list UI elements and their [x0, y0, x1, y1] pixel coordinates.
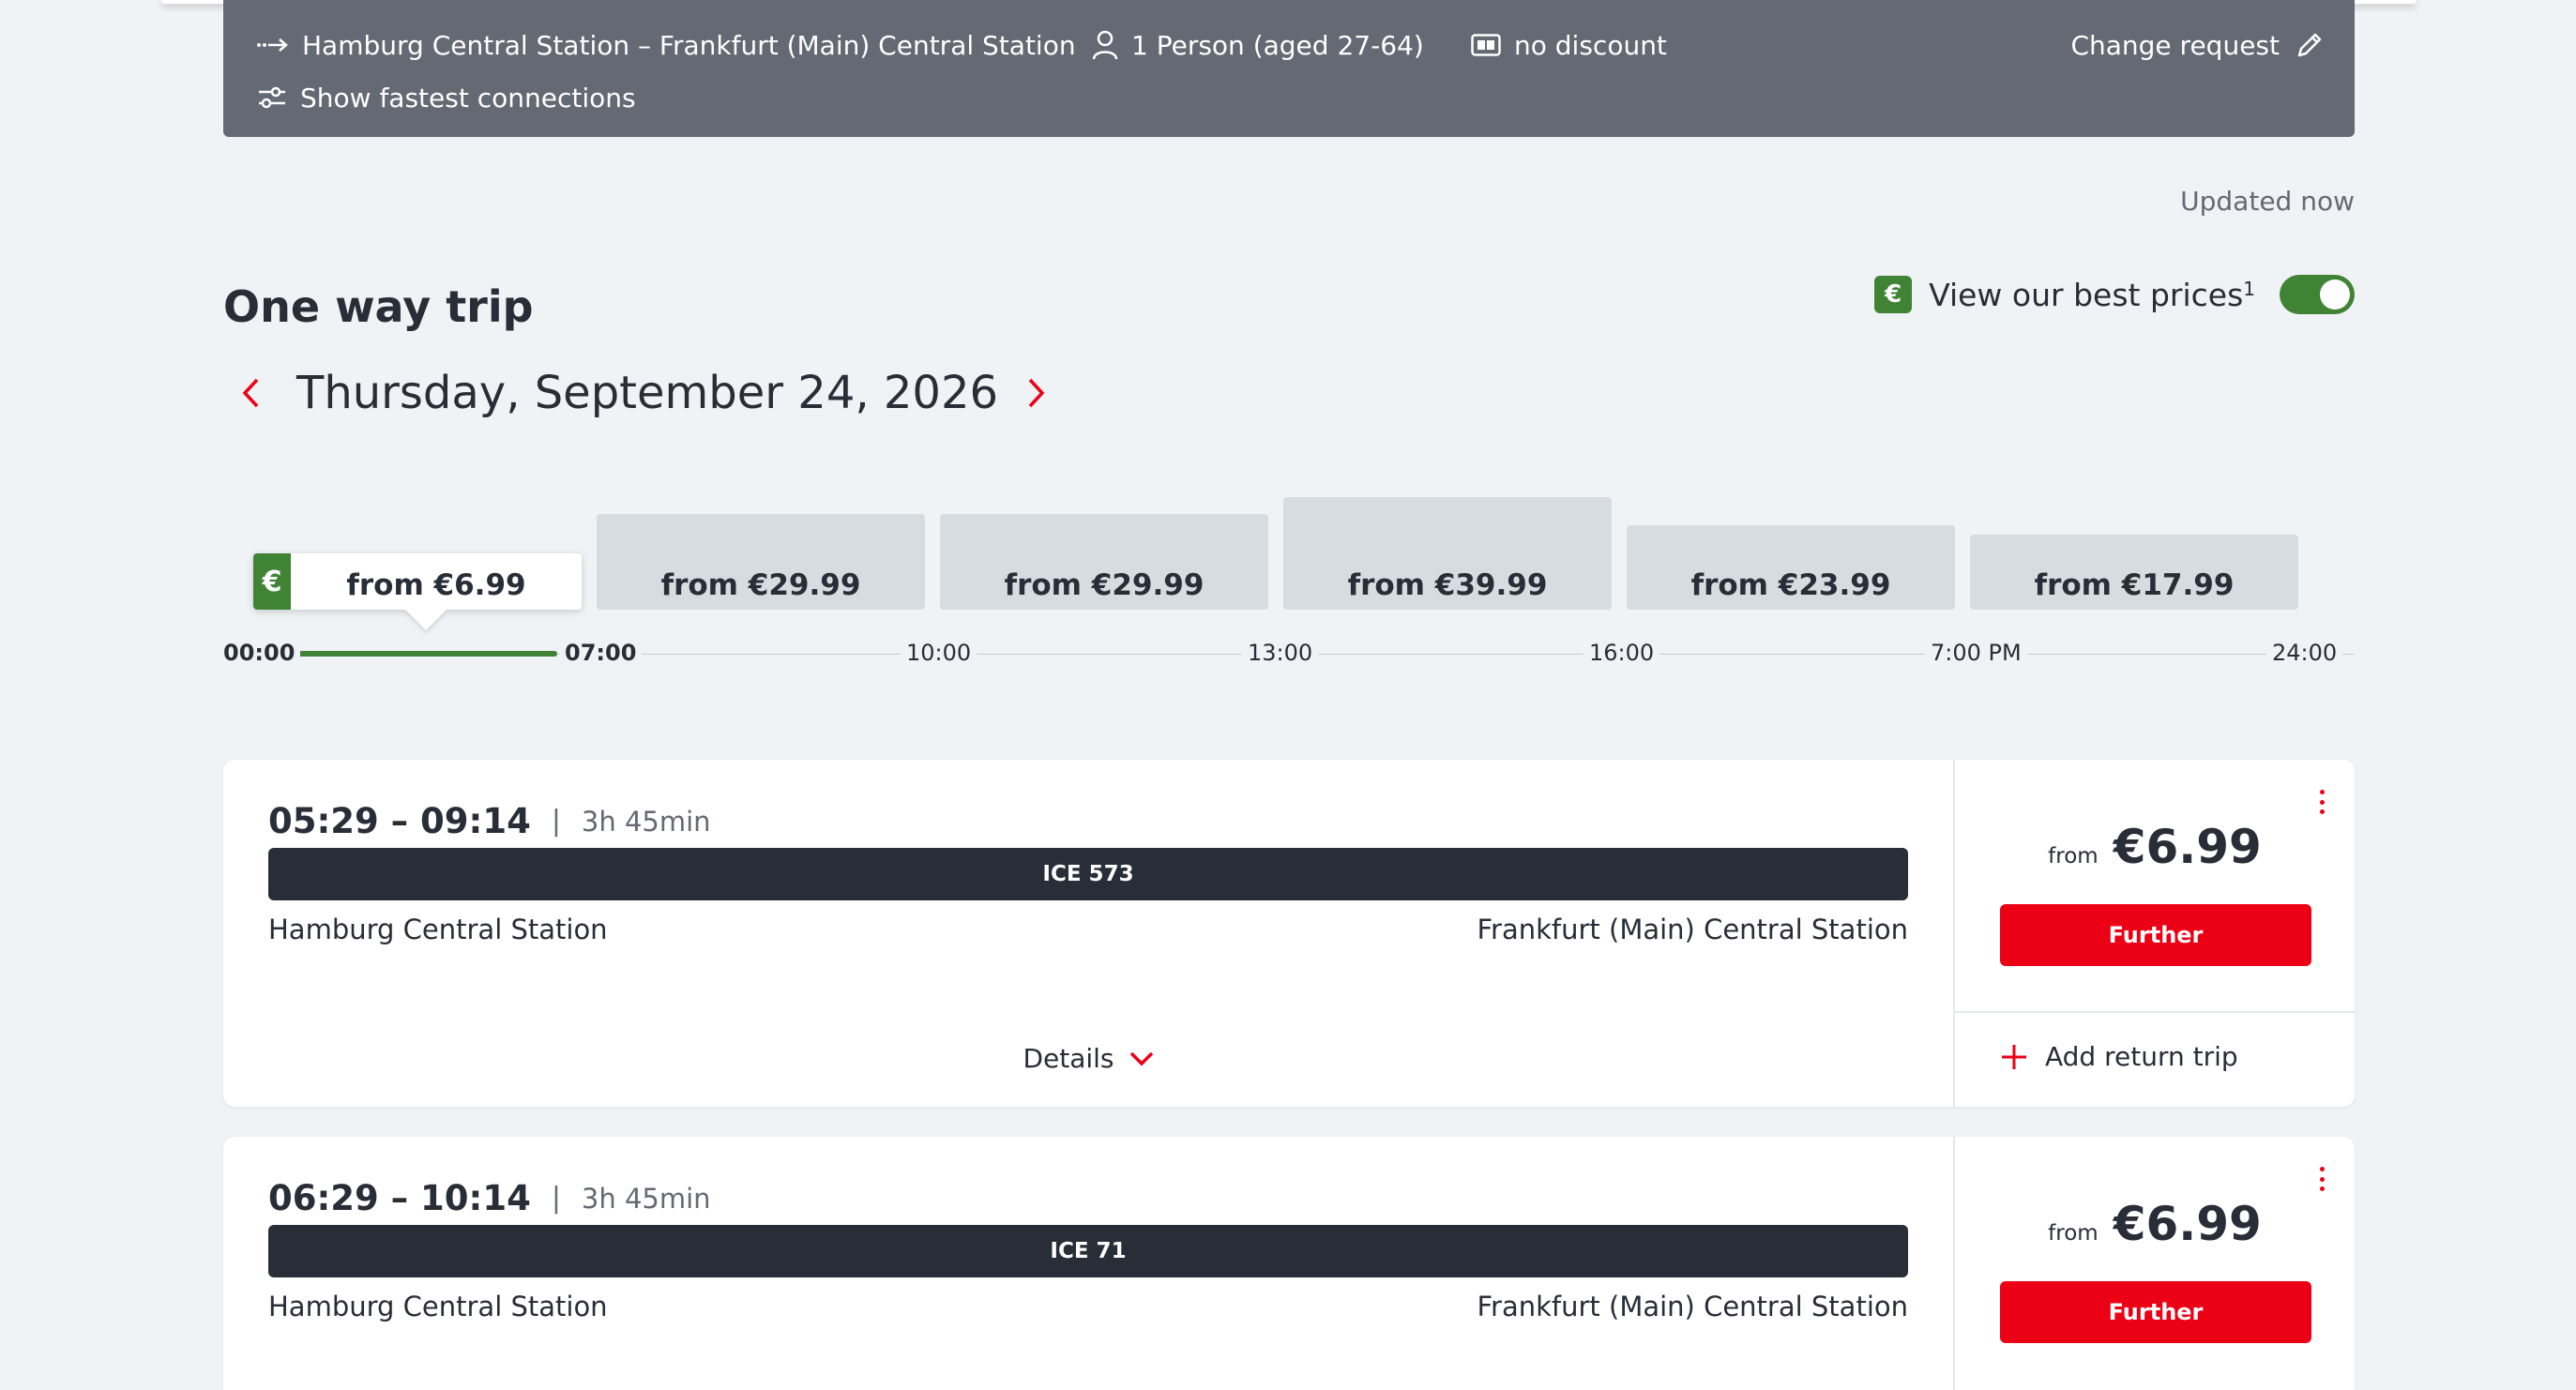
timeline-tick: 16:00	[1583, 640, 1660, 666]
train-bar: ICE 71	[268, 1225, 1908, 1277]
more-options-icon[interactable]	[2317, 1167, 2326, 1191]
chevron-right-icon	[1028, 378, 1045, 408]
route-arrow-icon	[257, 38, 288, 52]
add-return-trip-label: Add return trip	[2045, 1041, 2238, 1072]
next-day-button[interactable]	[1021, 371, 1053, 415]
stations-row: Hamburg Central Station Frankfurt (Main)…	[268, 914, 1908, 945]
further-button[interactable]: Further	[2000, 1281, 2311, 1343]
change-request-label: Change request	[2070, 29, 2280, 61]
passenger-summary: 1 Person (aged 27-64)	[1092, 26, 1424, 64]
price-slot-label: from €17.99	[2034, 568, 2235, 602]
best-prices-footnote[interactable]: 1	[2243, 278, 2255, 300]
stations-row: Hamburg Central Station Frankfurt (Main)…	[268, 1291, 1908, 1322]
route-text: Hamburg Central Station – Frankfurt (Mai…	[302, 29, 1076, 61]
separator: |	[551, 1182, 561, 1215]
details-toggle[interactable]: Details	[223, 1043, 1953, 1074]
chevron-left-icon	[242, 378, 259, 408]
price-panel: from €6.99 Further Add return trip	[1953, 760, 2355, 1107]
timeline-tick: 10:00	[901, 640, 977, 666]
add-return-trip-button[interactable]: Add return trip	[2000, 1041, 2238, 1072]
connection-card[interactable]: 06:29 – 10:14 | 3h 45min ICE 71 Hamburg …	[223, 1137, 2355, 1390]
updated-status: Updated now	[2180, 186, 2355, 217]
divider	[1955, 1011, 2355, 1013]
filter-sliders-icon	[259, 86, 285, 109]
details-label: Details	[1023, 1043, 1114, 1074]
origin-station: Hamburg Central Station	[268, 1291, 608, 1322]
euro-icon: €	[253, 553, 291, 610]
connection-info: 05:29 – 09:14 | 3h 45min ICE 573 Hamburg…	[223, 760, 1953, 1107]
date-navigation: Thursday, September 24, 2026	[235, 360, 1053, 426]
further-button[interactable]: Further	[2000, 904, 2311, 966]
show-fastest-label: Show fastest connections	[300, 82, 636, 113]
change-request-button[interactable]: Change request	[2070, 26, 2325, 64]
connection-times: 06:29 – 10:14 | 3h 45min	[268, 1178, 711, 1218]
page-title: One way trip	[223, 281, 534, 332]
departure-arrival-times: 05:29 – 09:14	[268, 801, 531, 841]
price-prefix: from	[2048, 844, 2099, 869]
price-slot-label: from €29.99	[660, 568, 861, 602]
connection-card[interactable]: 05:29 – 09:14 | 3h 45min ICE 573 Hamburg…	[223, 760, 2355, 1107]
origin-station: Hamburg Central Station	[268, 914, 608, 945]
price-slot-label: from €39.99	[1347, 568, 1548, 602]
timeline-tick: 07:00	[559, 640, 643, 666]
price-amount: €6.99	[2113, 1197, 2262, 1251]
passenger-text: 1 Person (aged 27-64)	[1131, 29, 1424, 61]
discount-text: no discount	[1514, 29, 1667, 61]
price-slot-07-10[interactable]: from €29.99	[597, 514, 925, 610]
chevron-down-icon	[1129, 1051, 1153, 1065]
destination-station: Frankfurt (Main) Central Station	[1477, 1291, 1908, 1322]
price-amount: €6.99	[2113, 820, 2262, 874]
pencil-icon	[2297, 33, 2322, 57]
departure-arrival-times: 06:29 – 10:14	[268, 1178, 531, 1218]
price-slot-label: from €23.99	[1690, 568, 1891, 602]
plus-icon	[2002, 1044, 2026, 1069]
connection-times: 05:29 – 09:14 | 3h 45min	[268, 801, 711, 841]
search-summary-bar: Hamburg Central Station – Frankfurt (Mai…	[223, 0, 2355, 137]
selected-date: Thursday, September 24, 2026	[296, 367, 999, 419]
timeline-tick: 13:00	[1242, 640, 1319, 666]
bahncard-icon	[1471, 34, 1501, 56]
discount-summary: no discount	[1471, 26, 1667, 64]
price-slot-10-13[interactable]: from €29.99	[940, 514, 1268, 610]
previous-day-button[interactable]	[235, 371, 266, 415]
duration: 3h 45min	[581, 805, 711, 838]
price-display: from €6.99	[1955, 1197, 2355, 1251]
timeline-tick: 7:00 PM	[1925, 640, 2027, 666]
price-slot-16-19[interactable]: from €23.99	[1627, 525, 1955, 610]
destination-station: Frankfurt (Main) Central Station	[1477, 914, 1908, 945]
price-slot-19-24[interactable]: from €17.99	[1970, 535, 2298, 610]
train-name: ICE 71	[1050, 1239, 1127, 1263]
price-slot-label: from €6.99	[346, 568, 526, 602]
duration: 3h 45min	[581, 1182, 711, 1215]
show-fastest-connections[interactable]: Show fastest connections	[257, 79, 636, 116]
train-name: ICE 573	[1042, 862, 1134, 886]
price-slot-00-07[interactable]: € from €6.99	[253, 553, 582, 610]
timeline-tick: 24:00	[2266, 640, 2343, 666]
connection-info: 06:29 – 10:14 | 3h 45min ICE 71 Hamburg …	[223, 1137, 1953, 1390]
price-slot-label: from €29.99	[1004, 568, 1205, 602]
train-bar: ICE 573	[268, 848, 1908, 900]
price-slot-13-16[interactable]: from €39.99	[1283, 497, 1612, 610]
person-icon	[1092, 30, 1118, 60]
price-prefix: from	[2048, 1221, 2099, 1246]
separator: |	[551, 805, 561, 838]
route-summary: Hamburg Central Station – Frankfurt (Mai…	[257, 26, 1076, 64]
timeline-selected-range	[293, 651, 557, 657]
more-options-icon[interactable]	[2317, 790, 2326, 814]
price-display: from €6.99	[1955, 820, 2355, 874]
euro-icon: €	[1874, 276, 1913, 313]
best-prices-label: View our best prices	[1929, 276, 2244, 313]
price-panel: from €6.99 Further	[1953, 1137, 2355, 1390]
timeline-tick: 00:00	[218, 640, 301, 666]
best-prices-toggle-row: € View our best prices 1	[1874, 272, 2355, 317]
best-prices-toggle[interactable]	[2280, 275, 2355, 314]
